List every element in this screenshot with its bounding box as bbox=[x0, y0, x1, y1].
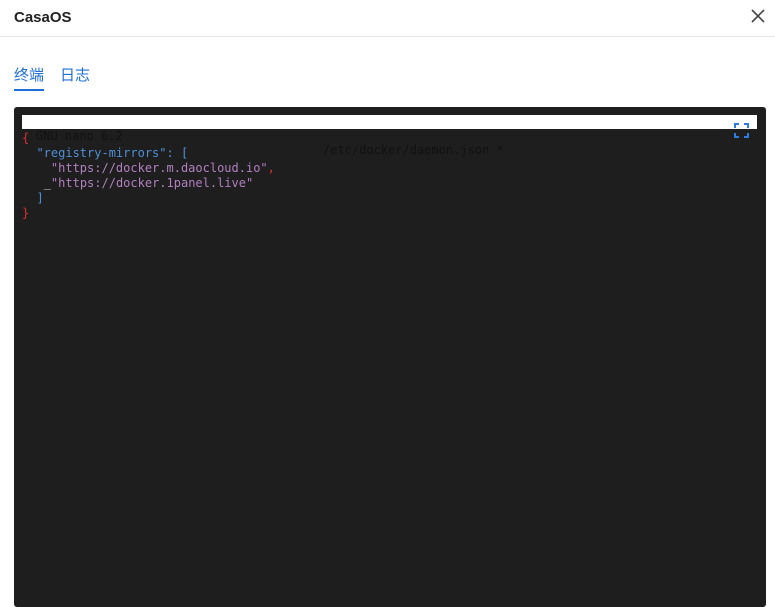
close-icon[interactable] bbox=[748, 6, 768, 26]
file-name: /etc/docker/daemon.json * bbox=[323, 143, 504, 157]
dialog-title: CasaOS bbox=[14, 9, 72, 26]
code-line: } bbox=[22, 206, 30, 220]
code-line: { bbox=[22, 131, 30, 145]
code-token: : [ bbox=[166, 146, 189, 160]
json-string: "https://docker.1panel.live" bbox=[50, 176, 254, 190]
terminal[interactable]: GNU nano 6.2 /etc/docker/daemon.json * {… bbox=[14, 107, 766, 607]
code-line: ] bbox=[36, 191, 44, 205]
nano-title-bar: GNU nano 6.2 /etc/docker/daemon.json * bbox=[22, 115, 757, 157]
fullscreen-icon[interactable] bbox=[734, 123, 749, 138]
tab-terminal[interactable]: 终端 bbox=[14, 64, 45, 91]
tab-logs[interactable]: 日志 bbox=[60, 64, 90, 91]
code-token: , bbox=[267, 161, 275, 175]
json-string: "https://docker.m.daocloud.io" bbox=[50, 161, 268, 175]
json-key: "registry-mirrors" bbox=[36, 146, 167, 160]
editor-content[interactable]: { "registry-mirrors": [ "https://docker.… bbox=[22, 131, 275, 221]
dialog-header: CasaOS bbox=[0, 0, 775, 37]
cursor: _ bbox=[43, 176, 51, 190]
tab-bar: 终端 日志 bbox=[14, 64, 90, 91]
